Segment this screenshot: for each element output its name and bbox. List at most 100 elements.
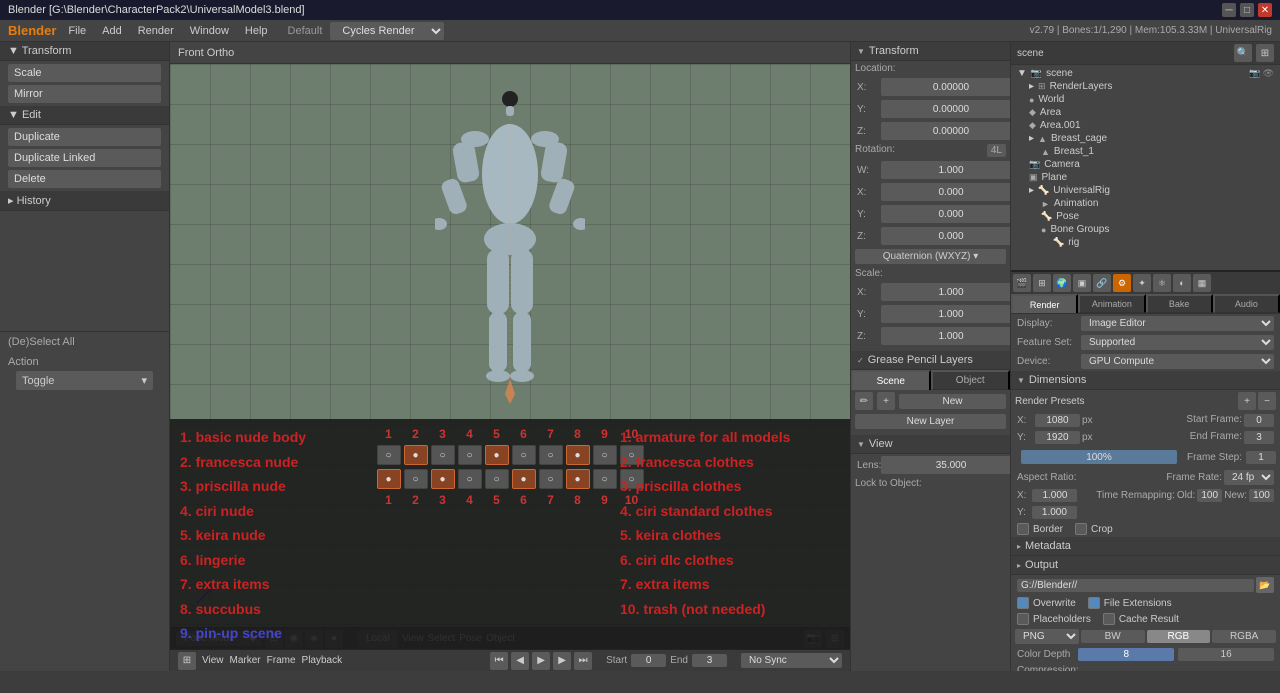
aspect-x-input[interactable] [1032, 489, 1077, 502]
transform-section-header[interactable]: ▼ Transform [0, 42, 169, 61]
file-ext-cb[interactable] [1088, 597, 1100, 609]
output-path-input[interactable] [1017, 579, 1254, 592]
num-btn-b1[interactable]: ● [377, 469, 401, 489]
grease-add-btn[interactable]: + [877, 392, 895, 410]
scene-item-pose[interactable]: 🦴 Pose [1035, 210, 1280, 223]
num-btn-b3[interactable]: ● [431, 469, 455, 489]
timeline-view-menu[interactable]: View [202, 655, 224, 666]
props-tab-physics[interactable]: ⚛ [1153, 274, 1171, 292]
loc-z-input[interactable] [881, 122, 1010, 140]
num-btn-1[interactable]: ○ [377, 445, 401, 465]
props-tab-constraints[interactable]: 🔗 [1093, 274, 1111, 292]
metadata-accordion[interactable]: ▸ Metadata [1011, 537, 1280, 556]
edit-section-header[interactable]: ▼ Edit [0, 106, 169, 125]
history-section-header[interactable]: ▸ History [0, 191, 169, 211]
border-cb[interactable] [1017, 523, 1029, 535]
props-tab-world[interactable]: 🌍 [1053, 274, 1071, 292]
mirror-button[interactable]: Mirror [8, 85, 161, 103]
scale-y-input[interactable] [881, 305, 1010, 323]
scene-item-universalrig[interactable]: ▸ 🦴 UniversalRig [1023, 184, 1280, 197]
maximize-button[interactable]: □ [1240, 3, 1254, 17]
audio-tab[interactable]: Audio [1213, 294, 1280, 313]
output-accordion[interactable]: ▸ Output [1011, 556, 1280, 575]
main-viewport[interactable]: Front Ortho [170, 42, 850, 649]
num-btn-b4[interactable]: ○ [458, 469, 482, 489]
num-btn-b5[interactable]: ○ [485, 469, 509, 489]
timeline-playback-menu[interactable]: Playback [302, 655, 343, 666]
num-btn-7[interactable]: ○ [539, 445, 563, 465]
num-btn-b8[interactable]: ● [566, 469, 590, 489]
render-tab[interactable]: Render [1011, 294, 1078, 313]
timeline-frame-menu[interactable]: Frame [267, 655, 296, 666]
menu-render[interactable]: Render [134, 23, 178, 39]
rp-remove-btn[interactable]: − [1258, 392, 1276, 410]
viewport-canvas[interactable]: X Y Z (0) UniversalRig : root_ 1. basic … [170, 64, 850, 649]
num-btn-8[interactable]: ● [566, 445, 590, 465]
scale-x-input[interactable] [881, 283, 1010, 301]
scene-tab[interactable]: Scene [851, 370, 931, 390]
new-input[interactable] [1249, 489, 1274, 502]
end-frame-input[interactable] [692, 654, 727, 667]
props-tab-scene[interactable]: ⊞ [1033, 274, 1051, 292]
loc-x-input[interactable] [881, 78, 1010, 96]
menu-add[interactable]: Add [98, 23, 126, 39]
props-tab-modifier[interactable]: ⚙ [1113, 274, 1131, 292]
rgb-btn[interactable]: RGB [1147, 630, 1211, 643]
outliner-search-btn[interactable]: 🔍 [1234, 44, 1252, 62]
quaternion-dropdown[interactable]: Quaternion (WXYZ) ▾ [855, 249, 1006, 264]
next-frame-btn[interactable]: ▶ [553, 652, 571, 670]
placeholders-cb[interactable] [1017, 613, 1029, 625]
end-frame-res[interactable] [1244, 431, 1274, 444]
rp-add-btn[interactable]: + [1238, 392, 1256, 410]
props-tab-object[interactable]: ▣ [1073, 274, 1091, 292]
render-engine-dropdown[interactable]: Cycles Render Blender Render [330, 22, 444, 40]
scene-item-area001[interactable]: ◆ Area.001 [1023, 119, 1280, 132]
num-btn-b2[interactable]: ○ [404, 469, 428, 489]
depth-16-btn[interactable]: 16 [1178, 648, 1274, 661]
num-btn-5[interactable]: ● [485, 445, 509, 465]
display-dropdown[interactable]: Image Editor [1081, 316, 1274, 331]
scene-item-scene[interactable]: ▼ 📷 scene 📷 👁 [1011, 67, 1280, 80]
overwrite-cb[interactable] [1017, 597, 1029, 609]
sync-mode-select[interactable]: No Sync Frame Dropping Sync to Audio [741, 653, 842, 668]
rot-w-input[interactable] [881, 161, 1010, 179]
rot-x-input[interactable] [881, 183, 1010, 201]
num-btn-b6[interactable]: ● [512, 469, 536, 489]
minimize-button[interactable]: ─ [1222, 3, 1236, 17]
jump-start-btn[interactable]: ⏮ [490, 652, 508, 670]
grease-pencil-accordion[interactable]: ✓ Grease Pencil Layers [851, 351, 1010, 370]
play-btn[interactable]: ▶ [532, 652, 550, 670]
grease-pencil-btn[interactable]: ✏ [855, 392, 873, 410]
duplicate-linked-button[interactable]: Duplicate Linked [8, 149, 161, 167]
scene-item-world[interactable]: ● World [1023, 93, 1280, 106]
action-dropdown[interactable]: Toggle ▾ [16, 371, 153, 390]
scene-item-plane[interactable]: ▣ Plane [1023, 171, 1280, 184]
res-y-input[interactable] [1035, 431, 1080, 444]
num-btn-6[interactable]: ○ [512, 445, 536, 465]
feature-set-dropdown[interactable]: Supported Experimental [1081, 335, 1274, 350]
object-tab[interactable]: Object [931, 370, 1011, 390]
duplicate-button[interactable]: Duplicate [8, 128, 161, 146]
timeline-marker-menu[interactable]: Marker [230, 655, 261, 666]
num-btn-3[interactable]: ○ [431, 445, 455, 465]
device-dropdown[interactable]: GPU Compute CPU [1081, 354, 1274, 369]
deselect-all[interactable]: (De)Select All [8, 336, 161, 348]
scene-item-breast1[interactable]: ▲ Breast_1 [1035, 145, 1280, 158]
scene-item-breastcage[interactable]: ▸ ▲ Breast_cage [1023, 132, 1280, 145]
lens-input[interactable] [881, 456, 1010, 474]
scene-item-camera[interactable]: 📷 Camera [1023, 158, 1280, 171]
scene-item-animation[interactable]: ► Animation [1035, 197, 1280, 210]
bw-btn[interactable]: BW [1081, 630, 1145, 643]
fps-dropdown[interactable]: 24 fps 30 fps [1224, 470, 1274, 485]
num-btn-4[interactable]: ○ [458, 445, 482, 465]
view-accordion[interactable]: ▼ View [851, 435, 1010, 454]
menu-window[interactable]: Window [186, 23, 233, 39]
start-frame-res[interactable] [1244, 414, 1274, 427]
dimensions-accordion[interactable]: ▼ Dimensions [1011, 371, 1280, 390]
rotation-mode[interactable]: 4L [987, 144, 1006, 157]
scale-z-input[interactable] [881, 327, 1010, 345]
menu-file[interactable]: File [64, 23, 90, 39]
pct-bar[interactable]: 100% [1021, 450, 1177, 464]
prev-frame-btn[interactable]: ◀ [511, 652, 529, 670]
outliner-filter-btn[interactable]: ⊞ [1256, 44, 1274, 62]
